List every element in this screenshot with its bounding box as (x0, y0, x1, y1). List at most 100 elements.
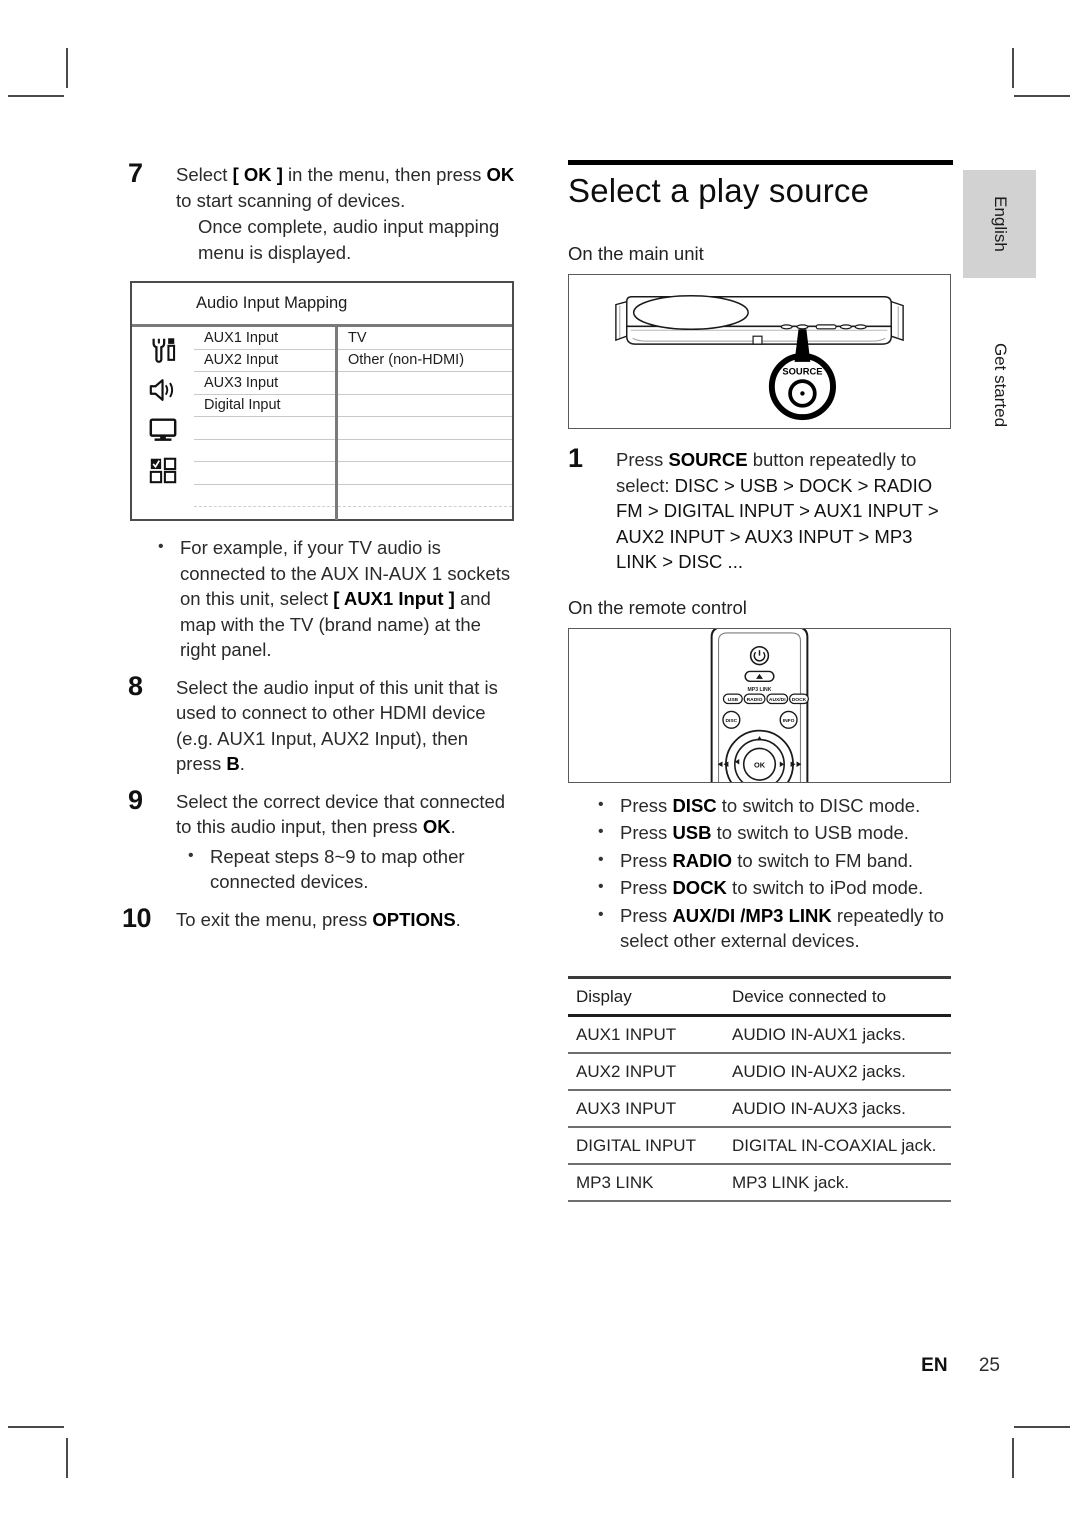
osd-input-cell (194, 485, 335, 507)
column-header-display: Display (568, 975, 724, 1017)
column-header-device: Device connected to (724, 975, 951, 1017)
osd-device-cell (338, 372, 512, 395)
osd-input-column: AUX1 Input AUX2 Input AUX3 Input Digital… (194, 327, 338, 520)
osd-input-cell: Digital Input (194, 395, 335, 417)
cell-display: DIGITAL INPUT (568, 1126, 724, 1165)
crop-mark-bottom-right-h (1014, 1426, 1070, 1428)
mp3-link-label: MP3 LINK (748, 687, 772, 693)
remote-usb-button: USB (728, 696, 739, 702)
osd-device-cell (338, 417, 512, 440)
crop-mark-top-left-h (8, 95, 64, 97)
osd-input-cell: AUX1 Input (194, 327, 335, 350)
osd-device-cell (338, 395, 512, 417)
cell-device: MP3 LINK jack. (724, 1163, 951, 1202)
cell-display: AUX1 INPUT (568, 1015, 724, 1054)
osd-icon-rail (132, 327, 194, 520)
remote-bullet-radio: Press RADIO to switch to FM band. (568, 847, 953, 874)
remote-disc-button: DISC (725, 717, 737, 723)
page-footer: EN 25 (0, 1355, 1080, 1377)
cell-display: AUX2 INPUT (568, 1052, 724, 1091)
step-7: 7 Select [ OK ] in the menu, then press … (128, 158, 518, 265)
monitor-video-icon (149, 418, 177, 441)
section-tab-label: Get started (990, 342, 1010, 428)
step-7-number: 7 (128, 158, 143, 188)
settings-tools-icon (152, 338, 176, 363)
remote-bullet-list: Press DISC to switch to DISC mode. Press… (568, 792, 953, 954)
step-10-text: To exit the menu, press OPTIONS. (176, 908, 461, 930)
section-tab: Get started (963, 330, 1036, 440)
page-title: Select a play source (568, 172, 870, 209)
cell-display: AUX3 INPUT (568, 1089, 724, 1128)
footer-language-code: EN (921, 1355, 948, 1376)
step-10: 10 To exit the menu, press OPTIONS. (122, 903, 518, 933)
crop-mark-top-right-h (1014, 95, 1070, 97)
remote-bullet-dock: Press DOCK to switch to iPod mode. (568, 874, 953, 901)
osd-input-cell: AUX3 Input (194, 372, 335, 395)
source-callout-label: SOURCE (782, 367, 822, 377)
step-1: 1 Press SOURCE button repeatedly to sele… (568, 443, 953, 575)
remote-ok-button: OK (754, 760, 766, 769)
step-8-text: Select the audio input of this unit that… (176, 676, 498, 775)
osd-input-cell (194, 462, 335, 485)
osd-device-cell (338, 440, 512, 462)
step-7-text: Select [ OK ] in the menu, then press OK… (176, 164, 515, 211)
remote-bullet-usb: Press USB to switch to USB mode. (568, 819, 953, 846)
cell-device: AUDIO IN-AUX2 jacks. (724, 1052, 951, 1091)
osd-device-column: TV Other (non-HDMI) (338, 327, 512, 520)
crop-mark-bottom-left-h (8, 1426, 64, 1428)
right-column: Select a play source On the main unit SO… (568, 160, 953, 1202)
step-9-number: 9 (128, 784, 143, 815)
example-bullet: For example, if your TV audio is connect… (128, 534, 518, 663)
footer-page-number: 25 (978, 1355, 1000, 1376)
cell-device: AUDIO IN-AUX1 jacks. (724, 1015, 951, 1054)
remote-control-illustration: MP3 LINK USB RADIO AUX/DI DOCK DISC INFO (710, 625, 810, 799)
step-1-text: Press SOURCE button repeatedly to select… (616, 449, 939, 572)
remote-bullet-disc: Press DISC to switch to DISC mode. (568, 792, 953, 819)
table-row: AUX1 INPUT AUDIO IN-AUX1 jacks. (568, 1015, 951, 1054)
step-1-number: 1 (568, 443, 583, 473)
language-tab: English (963, 170, 1036, 278)
remote-info-button: INFO (783, 717, 795, 723)
step-9: 9 Select the correct device that connect… (128, 785, 518, 895)
step-10-number: 10 (122, 902, 152, 933)
cell-display: MP3 LINK (568, 1163, 724, 1202)
speaker-audio-icon (149, 379, 174, 401)
table-header-row: Display Device connected to (568, 975, 951, 1017)
remote-aux-di-button: AUX/DI (769, 696, 786, 702)
section-rule (568, 160, 953, 165)
subhead-remote: On the remote control (568, 596, 747, 618)
main-unit-illustration: SOURCE (615, 294, 904, 421)
remote-dock-button: DOCK (792, 696, 807, 702)
osd-rows: AUX1 Input AUX2 Input AUX3 Input Digital… (194, 327, 512, 520)
step-8-number: 8 (128, 670, 143, 701)
osd-grid: AUX1 Input AUX2 Input AUX3 Input Digital… (132, 327, 512, 520)
osd-device-cell (338, 485, 512, 507)
step-8: 8 Select the audio input of this unit th… (128, 671, 518, 777)
table-row: AUX2 INPUT AUDIO IN-AUX2 jacks. (568, 1052, 951, 1091)
osd-title: Audio Input Mapping (132, 283, 512, 327)
osd-input-cell: AUX2 Input (194, 350, 335, 372)
step-9-text: Select the correct device that connected… (176, 790, 506, 838)
main-unit-figure: SOURCE (568, 274, 951, 429)
left-column: 7 Select [ OK ] in the menu, then press … (122, 158, 518, 938)
remote-bullet-aux: Press AUX/DI /MP3 LINK repeatedly to sel… (568, 902, 953, 954)
osd-device-cell (338, 462, 512, 485)
subhead-main-unit: On the main unit (568, 243, 704, 264)
crop-mark-bottom-right-v (1012, 1438, 1014, 1478)
table-row: DIGITAL INPUT DIGITAL IN-COAXIAL jack. (568, 1126, 951, 1165)
audio-input-mapping-screenshot: Audio Input Mapping AUX1 Input AUX2 Inpu… (130, 281, 514, 521)
crop-mark-bottom-left-v (66, 1438, 68, 1478)
step-7-subtext: Once complete, audio input mapping menu … (198, 216, 500, 263)
crop-mark-top-left-v (66, 48, 68, 88)
device-connection-table: Display Device connected to AUX1 INPUT A… (568, 975, 951, 1202)
preferences-grid-icon (149, 457, 177, 484)
osd-device-cell: Other (non-HDMI) (338, 350, 512, 372)
osd-input-cell (194, 440, 335, 462)
table-row: MP3 LINK MP3 LINK jack. (568, 1163, 951, 1202)
remote-radio-button: RADIO (747, 696, 763, 702)
osd-input-cell (194, 417, 335, 440)
remote-control-figure: MP3 LINK USB RADIO AUX/DI DOCK DISC INFO (568, 625, 951, 799)
table-row: AUX3 INPUT AUDIO IN-AUX3 jacks. (568, 1089, 951, 1128)
step-9-bullet: Repeat steps 8~9 to map other connected … (176, 843, 518, 895)
manual-page: 7 Select [ OK ] in the menu, then press … (0, 0, 1080, 1524)
